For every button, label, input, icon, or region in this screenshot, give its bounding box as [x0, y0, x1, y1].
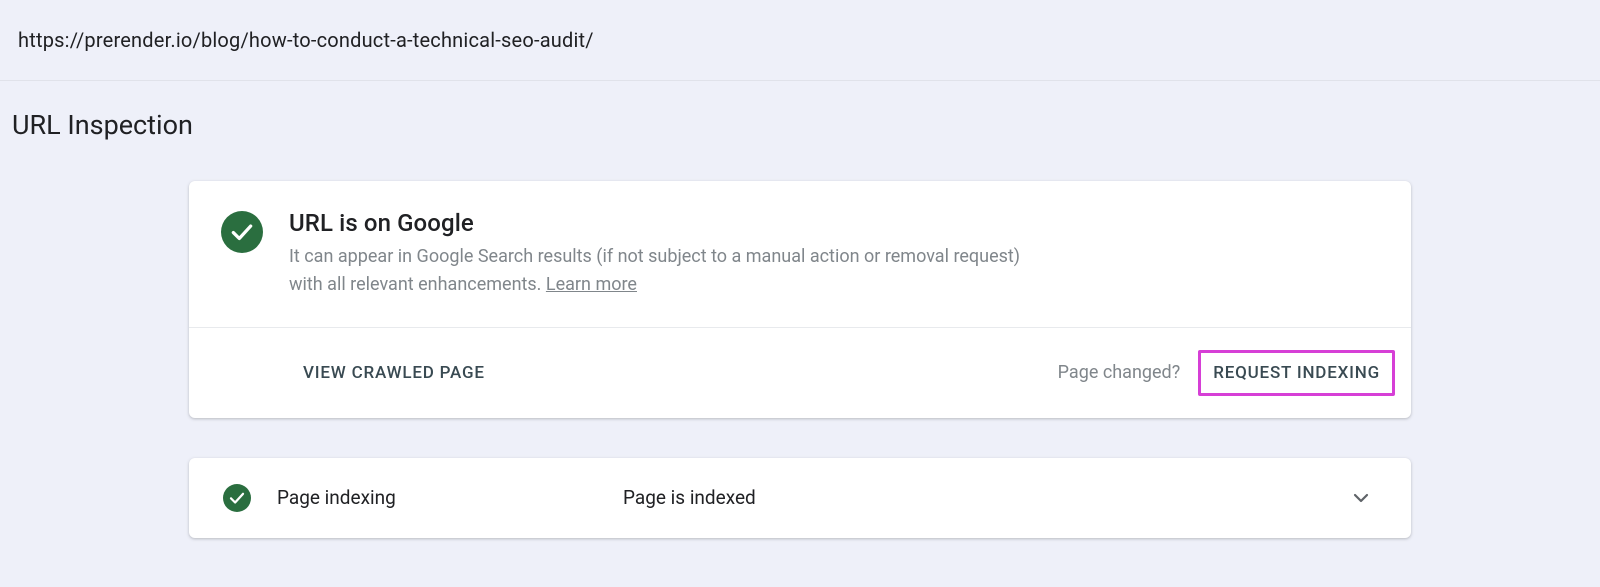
url-input-bar[interactable]: https://prerender.io/blog/how-to-conduct… [0, 0, 1600, 81]
status-description: It can appear in Google Search results (… [289, 243, 1049, 299]
status-heading: URL is on Google [289, 209, 1377, 237]
status-desc-text: It can appear in Google Search results (… [289, 246, 1020, 295]
checkmark-icon [221, 211, 263, 253]
page-indexing-row: Page indexing Page is indexed [189, 458, 1411, 538]
learn-more-link[interactable]: Learn more [546, 274, 637, 295]
indexing-status: Page is indexed [623, 486, 1319, 509]
status-summary: URL is on Google It can appear in Google… [189, 181, 1411, 328]
page-indexing-card[interactable]: Page indexing Page is indexed [189, 458, 1411, 538]
view-crawled-page-button[interactable]: VIEW CRAWLED PAGE [303, 363, 485, 383]
chevron-down-icon[interactable] [1345, 482, 1377, 514]
url-status-card: URL is on Google It can appear in Google… [189, 181, 1411, 418]
request-indexing-button[interactable]: REQUEST INDEXING [1198, 350, 1395, 396]
page-changed-label: Page changed? [1058, 362, 1181, 383]
right-actions: Page changed? REQUEST INDEXING [1058, 350, 1395, 396]
checkmark-icon [223, 484, 251, 512]
status-actions-row: VIEW CRAWLED PAGE Page changed? REQUEST … [189, 328, 1411, 418]
status-text: URL is on Google It can appear in Google… [289, 209, 1377, 299]
indexing-label: Page indexing [277, 486, 597, 509]
page-title: URL Inspection [0, 81, 1600, 181]
